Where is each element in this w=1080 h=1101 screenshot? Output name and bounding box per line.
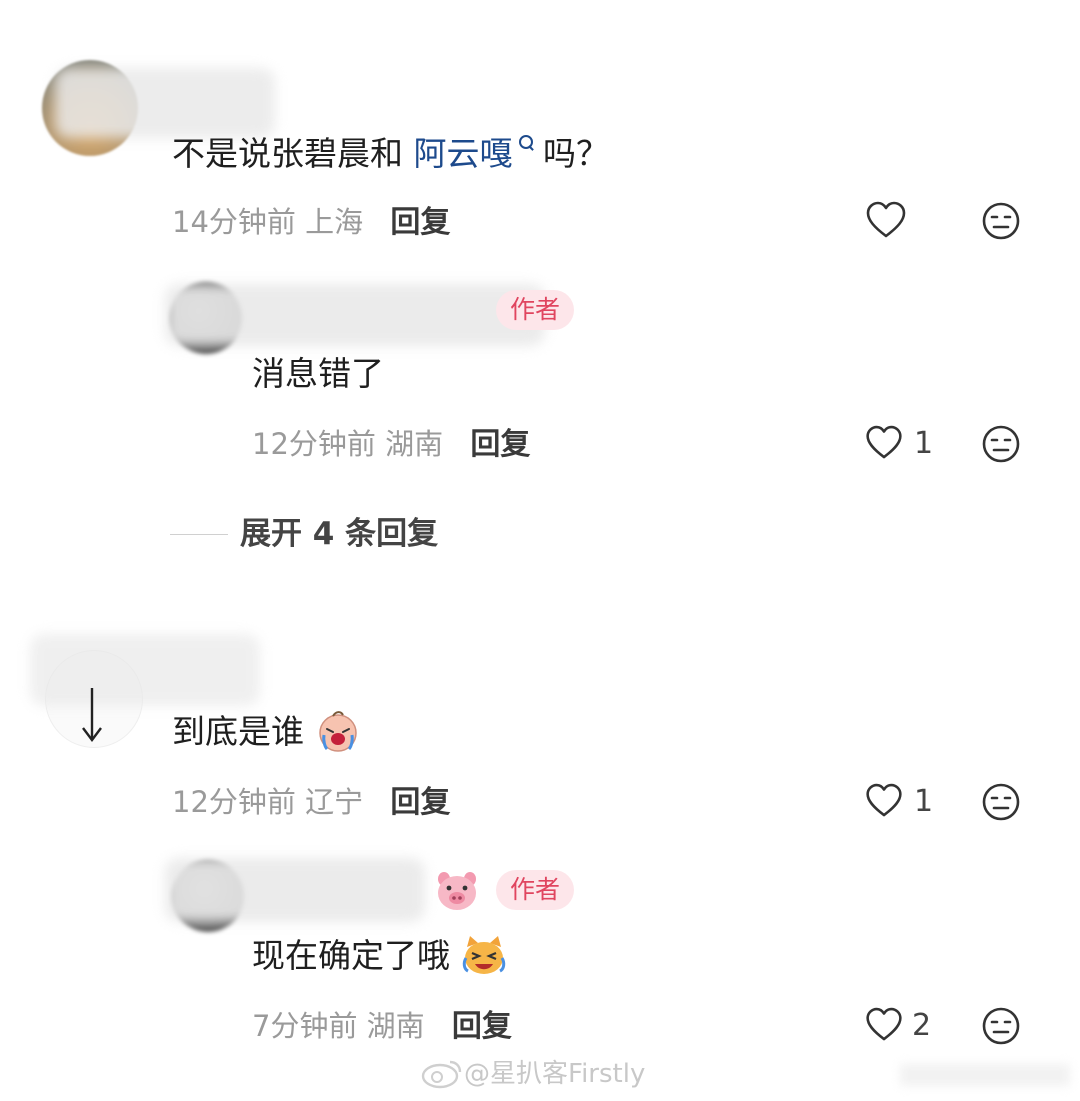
neutral-face-icon[interactable] [981,1006,1021,1046]
reply-button[interactable]: 回复 [470,427,530,462]
comment-time: 7分钟前 [252,1009,358,1043]
search-icon [518,135,533,149]
expand-replies-button[interactable]: 展开 4 条回复 [240,514,438,554]
watermark: @星扒客Firstly [464,1059,646,1089]
comment-location: 湖南 [385,427,444,461]
watermark-blur [900,1064,1070,1086]
comment-2-username-blurred[interactable] [30,634,260,706]
expand-divider [170,534,228,535]
comment-2: 到底是谁 12分钟前 辽宁 回复 1 [0,620,1080,830]
crying-laughing-cat-emoji [462,935,505,974]
like-count: 1 [914,784,934,819]
reply-button[interactable]: 回复 [452,1009,512,1044]
reply-1-1-meta: 12分钟前 湖南 回复 [252,424,530,465]
reply-2-1: 作者 现在确定了哦 7分钟前 湖南 回复 2 [0,840,1080,1060]
heart-outline-icon[interactable] [864,200,908,240]
comment-location: 辽宁 [305,785,364,819]
reply-2-1-username-blurred[interactable] [165,858,425,922]
heart-outline-icon[interactable] [864,424,904,461]
author-tag: 作者 [496,290,575,330]
pig-face-emoji [438,872,476,910]
heart-outline-icon[interactable] [864,1006,904,1043]
crying-baby-emoji [318,710,357,752]
author-tag: 作者 [496,870,575,910]
reply-1-1-text: 消息错了 [252,354,384,393]
weibo-logo-icon [421,1060,462,1089]
comment-2-meta: 12分钟前 辽宁 回复 [172,782,450,823]
reply-1-1-username-blurred[interactable] [165,284,545,346]
neutral-face-icon[interactable] [981,201,1021,241]
reply-button[interactable]: 回复 [390,785,450,820]
neutral-face-icon[interactable] [981,424,1021,464]
like-count: 2 [912,1008,932,1043]
reply-button[interactable]: 回复 [390,205,450,240]
comment-time: 12分钟前 [172,785,296,819]
comment-time: 14分钟前 [172,205,296,239]
comment-time: 12分钟前 [252,427,376,461]
comment-location: 湖南 [366,1009,425,1043]
down-arrow-icon [82,688,102,742]
heart-outline-icon[interactable] [864,782,904,819]
comment-location: 上海 [305,205,364,239]
comment-1-username-blurred[interactable] [55,68,275,138]
comment-1: 不是说张碧晨和 阿云嘎 吗？ 14分钟前 上海 回复 [0,0,1080,250]
comment-1-meta: 14分钟前 上海 回复 [172,202,450,243]
reply-2-1-text: 现在确定了哦 [252,935,507,977]
reply-2-1-meta: 7分钟前 湖南 回复 [252,1006,512,1047]
like-count: 1 [914,426,934,461]
neutral-face-icon[interactable] [981,782,1021,822]
reply-1-1: 作者 消息错了 12分钟前 湖南 回复 1 [0,260,1080,480]
comment-2-text: 到底是谁 [172,710,361,753]
topic-link[interactable]: 阿云嘎 [414,134,513,173]
comment-1-text: 不是说张碧晨和 阿云嘎 吗？ [172,134,609,173]
